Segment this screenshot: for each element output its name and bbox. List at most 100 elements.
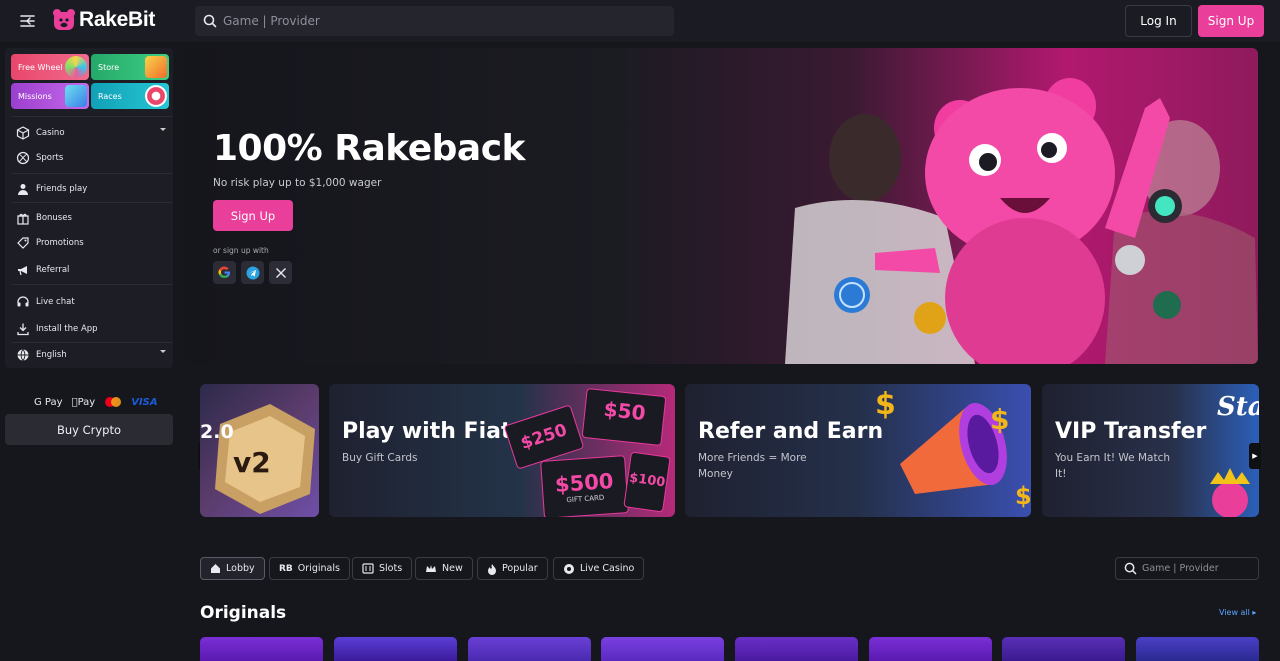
sidebar-item-promotions[interactable]: Promotions: [16, 236, 166, 250]
menu-toggle-icon[interactable]: [18, 11, 42, 31]
mastercard-icon: [105, 397, 122, 407]
sidebar-item-label: Referral: [36, 265, 70, 275]
user-icon: [18, 184, 28, 195]
casino-chip-icon: [564, 563, 574, 574]
store-tile[interactable]: Store: [91, 54, 169, 80]
divider: [11, 116, 173, 117]
promo-card-vip[interactable]: VIP Transfer You Earn It! We Match It! S…: [1042, 384, 1259, 517]
login-button[interactable]: Log In: [1125, 5, 1192, 37]
wheel-icon: [65, 56, 87, 78]
sidebar-item-label: English: [36, 350, 67, 360]
telegram-icon: [246, 266, 259, 279]
promo-title: Refer and Earn: [698, 419, 884, 444]
buy-crypto-button[interactable]: Buy Crypto: [5, 414, 173, 445]
tab-slots[interactable]: Slots: [352, 557, 413, 580]
sidebar-item-install-app[interactable]: Install the App: [16, 322, 166, 336]
game-tile[interactable]: [869, 637, 992, 661]
google-pay-logo: G Pay: [34, 396, 63, 408]
flame-icon: [488, 563, 496, 575]
tab-label: New: [442, 563, 463, 574]
missions-tile[interactable]: Missions: [11, 83, 89, 109]
games-search[interactable]: [1115, 557, 1259, 580]
signup-button[interactable]: Sign Up: [1198, 5, 1264, 37]
globe-icon: [17, 349, 29, 361]
apple-pay-logo: Pay: [72, 397, 96, 408]
v2-badge: 2.0: [200, 421, 234, 443]
google-icon: [218, 266, 230, 279]
divider: [11, 202, 173, 203]
game-tile[interactable]: [601, 637, 724, 661]
telegram-signup-button[interactable]: [241, 261, 264, 284]
divider: [11, 342, 173, 343]
section-title: Originals: [200, 603, 287, 623]
sidebar: Free Wheel Store Missions Races Casino S…: [5, 48, 173, 368]
chevron-down-icon: [160, 350, 166, 353]
store-label: Store: [98, 63, 120, 72]
game-tile[interactable]: [735, 637, 858, 661]
top-header: RakeBit Log In Sign Up: [0, 0, 1280, 42]
sidebar-item-label: Sports: [36, 153, 64, 163]
bear-logo-icon: [53, 9, 75, 30]
brand-logo[interactable]: RakeBit: [52, 8, 155, 32]
google-signup-button[interactable]: [213, 261, 236, 284]
game-tile[interactable]: [200, 637, 323, 661]
sidebar-item-friends-play[interactable]: Friends play: [16, 182, 166, 196]
game-tile[interactable]: [334, 637, 457, 661]
sidebar-item-referral[interactable]: Referral: [16, 263, 166, 277]
sidebar-item-label: Promotions: [36, 238, 84, 248]
sidebar-item-language[interactable]: English: [16, 348, 166, 362]
sidebar-item-casino[interactable]: Casino: [16, 126, 166, 140]
carousel-next-button[interactable]: ▶: [1249, 443, 1261, 469]
tab-new[interactable]: New: [415, 557, 473, 580]
promo-subtitle: More Friends = More Money: [698, 452, 807, 480]
game-tile[interactable]: [468, 637, 591, 661]
view-all-link[interactable]: View all ▸: [1219, 608, 1256, 617]
missions-icon: [65, 85, 87, 107]
x-signup-button[interactable]: [269, 261, 292, 284]
social-signup-label: or sign up with: [213, 246, 269, 255]
search-icon: [1124, 562, 1137, 575]
sidebar-item-label: Bonuses: [36, 213, 72, 223]
hero-title: 100% Rakeback: [213, 128, 526, 169]
games-search-input[interactable]: [1142, 563, 1252, 574]
cube-icon: [16, 126, 30, 140]
promo-card-v2[interactable]: 2.0 v2: [200, 384, 319, 517]
game-tile[interactable]: [1136, 637, 1259, 661]
free-wheel-tile[interactable]: Free Wheel: [11, 54, 89, 80]
download-icon: [17, 323, 29, 336]
sidebar-item-label: Live chat: [36, 297, 75, 307]
rakebit-originals-icon: RB: [279, 563, 293, 574]
divider: [11, 173, 173, 174]
tab-originals[interactable]: RB Originals: [269, 557, 350, 580]
game-tile[interactable]: [1002, 637, 1125, 661]
sidebar-item-live-chat[interactable]: Live chat: [16, 295, 166, 309]
tab-popular[interactable]: Popular: [477, 557, 548, 580]
promo-card-refer[interactable]: Refer and Earn More Friends = More Money…: [685, 384, 1031, 517]
search-icon: [203, 14, 217, 28]
sidebar-item-sports[interactable]: Sports: [16, 151, 166, 165]
sidebar-item-bonuses[interactable]: Bonuses: [16, 211, 166, 225]
payment-methods: G Pay Pay VISA: [34, 396, 158, 408]
races-tile[interactable]: Races: [91, 83, 169, 109]
tab-lobby[interactable]: Lobby: [200, 557, 265, 580]
headset-icon: [17, 296, 29, 307]
hero-signup-button[interactable]: Sign Up: [213, 200, 293, 231]
search-input[interactable]: [223, 14, 643, 28]
svg-text:$: $: [875, 387, 896, 422]
sidebar-item-label: Friends play: [36, 184, 88, 194]
promo-subtitle: Buy Gift Cards: [342, 452, 418, 464]
promo-card-fiat[interactable]: Play with Fiat Buy Gift Cards $50 $250 $…: [329, 384, 675, 517]
ball-icon: [16, 151, 30, 165]
crown-bear-icon: [1210, 468, 1250, 517]
megaphone-icon: [18, 266, 27, 276]
tab-label: Slots: [379, 563, 403, 574]
visa-logo: VISA: [125, 396, 157, 408]
apple-pay-label: Pay: [71, 396, 96, 408]
header-search[interactable]: [195, 6, 674, 36]
tab-live-casino[interactable]: Live Casino: [553, 557, 645, 580]
promo-title: Play with Fiat: [342, 419, 512, 444]
races-label: Races: [98, 92, 122, 101]
free-wheel-label: Free Wheel: [18, 63, 63, 72]
svg-text:$: $: [990, 403, 1009, 436]
gift-card: $500 GIFT CARD: [540, 455, 629, 517]
